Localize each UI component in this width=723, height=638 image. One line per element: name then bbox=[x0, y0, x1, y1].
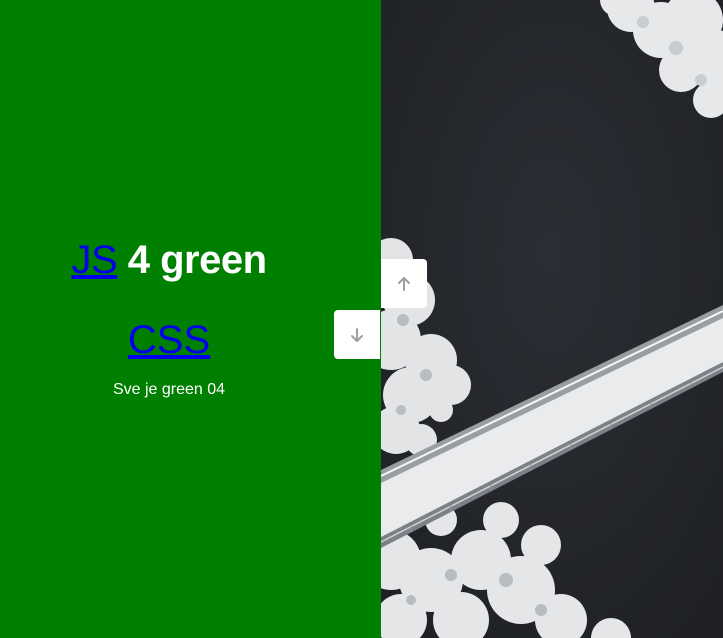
css-link[interactable]: CSS bbox=[128, 318, 210, 362]
slide-down-button[interactable] bbox=[334, 310, 380, 359]
heading-text: 4 green bbox=[117, 238, 267, 282]
arrow-down-icon bbox=[351, 327, 363, 342]
left-slide: JS 4 green CSS Sve je green 04 bbox=[0, 0, 381, 638]
slide-up-button[interactable] bbox=[381, 259, 427, 308]
arrow-up-icon bbox=[398, 276, 410, 291]
split-slider: JS 4 green CSS Sve je green 04 bbox=[0, 0, 723, 638]
js-link[interactable]: JS bbox=[71, 238, 117, 282]
right-slide-image bbox=[381, 0, 723, 638]
slide-heading: JS 4 green bbox=[0, 236, 338, 284]
bridge-photo bbox=[381, 0, 723, 638]
slide-subtext: Sve je green 04 bbox=[112, 381, 226, 398]
css-line: CSS bbox=[0, 316, 338, 364]
